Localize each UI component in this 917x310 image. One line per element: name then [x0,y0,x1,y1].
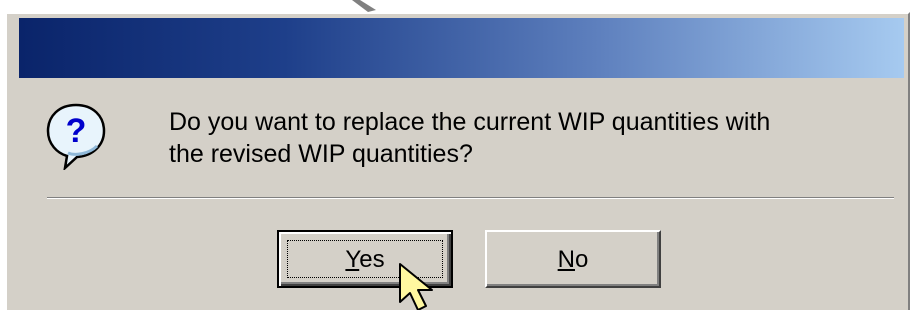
no-mnemonic: N [557,246,575,273]
svg-text:?: ? [66,112,87,150]
no-label-rest: o [574,246,589,273]
message-area: ? Do you want to replace the current WIP… [7,78,908,193]
no-button[interactable]: No [485,230,661,288]
yes-label-rest: es [359,246,385,273]
yes-mnemonic: Y [345,246,360,273]
no-button-label: No [487,246,659,274]
message-line-1: Do you want to replace the current WIP q… [169,108,771,136]
confirmation-dialog: ? Do you want to replace the current WIP… [5,12,910,310]
dialog-separator [47,197,894,199]
question-icon: ? [46,103,106,170]
message-line-2: the revised WIP quantities? [169,140,473,168]
dialog-titlebar[interactable] [19,18,904,78]
mouse-cursor-icon [399,263,433,310]
dialog-message: Do you want to replace the current WIP q… [169,106,909,170]
